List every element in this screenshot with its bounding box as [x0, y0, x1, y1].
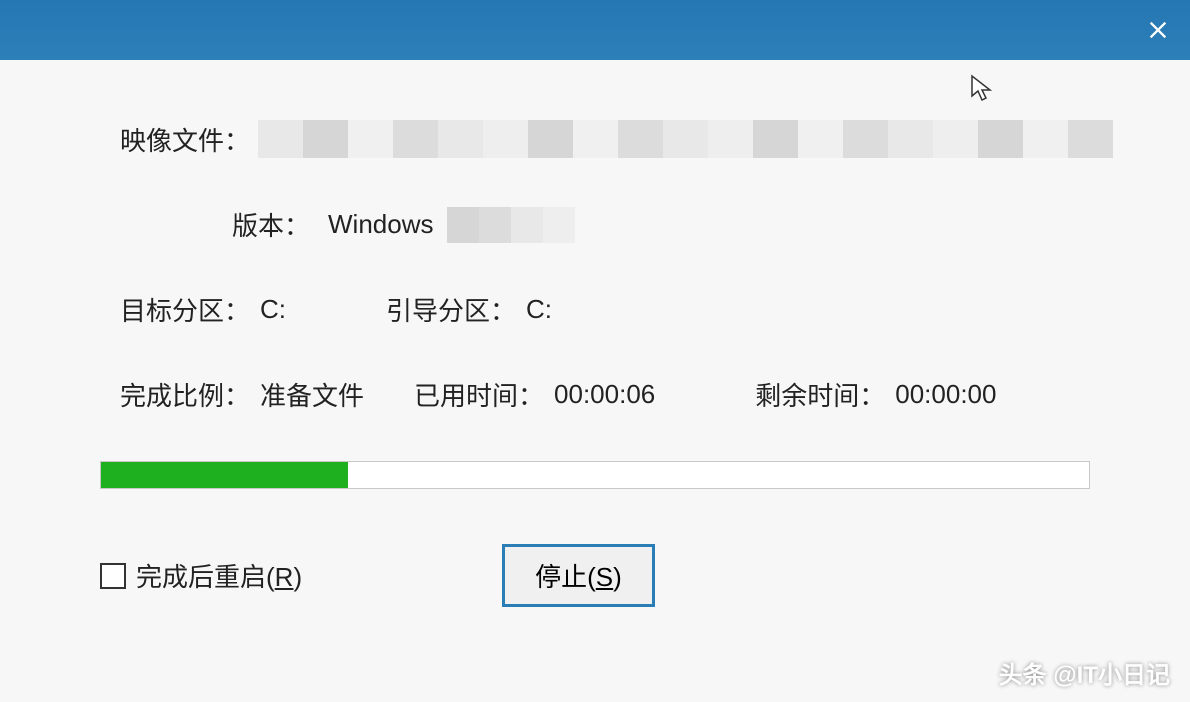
restart-checkbox-label: 完成后重启(R) [136, 557, 302, 594]
remaining-time-label: 剩余时间： [755, 376, 885, 413]
partition-row: 目标分区： C: 引导分区： C: [100, 291, 1090, 328]
time-row: 完成比例： 准备文件 已用时间： 00:00:06 剩余时间： 00:00:00 [100, 376, 1090, 413]
image-file-value-redacted [258, 120, 1113, 158]
version-label: 版本： [100, 206, 310, 243]
dialog-content: 映像文件： 版本： Windows 目标分区： C: 引导分区： C: [0, 60, 1190, 702]
version-value-redacted [447, 207, 575, 243]
image-file-label: 映像文件： [100, 121, 250, 158]
boot-partition-value: C: [526, 294, 552, 325]
elapsed-time-value: 00:00:06 [554, 379, 655, 410]
checkbox-box [100, 563, 126, 589]
watermark: 头条 @IT小日记 [999, 655, 1170, 690]
close-icon [1147, 19, 1169, 41]
boot-partition-label: 引导分区： [366, 291, 516, 328]
progress-ratio-value: 准备文件 [260, 376, 364, 413]
progress-ratio-label: 完成比例： [100, 376, 250, 413]
dialog-window: 映像文件： 版本： Windows 目标分区： C: 引导分区： C: [0, 0, 1190, 702]
version-value: Windows [328, 209, 433, 240]
progress-bar-fill [101, 462, 348, 488]
elapsed-time-label: 已用时间： [414, 376, 544, 413]
remaining-time-value: 00:00:00 [895, 379, 996, 410]
target-partition-label: 目标分区： [100, 291, 250, 328]
close-button[interactable] [1138, 10, 1178, 50]
bottom-controls: 完成后重启(R) 停止(S) [100, 544, 1090, 607]
restart-checkbox[interactable]: 完成后重启(R) [100, 557, 302, 594]
version-row: 版本： Windows [100, 206, 1090, 243]
target-partition-value: C: [260, 294, 286, 325]
progress-bar [100, 461, 1090, 489]
stop-button[interactable]: 停止(S) [502, 544, 655, 607]
image-file-row: 映像文件： [100, 120, 1090, 158]
titlebar [0, 0, 1190, 60]
